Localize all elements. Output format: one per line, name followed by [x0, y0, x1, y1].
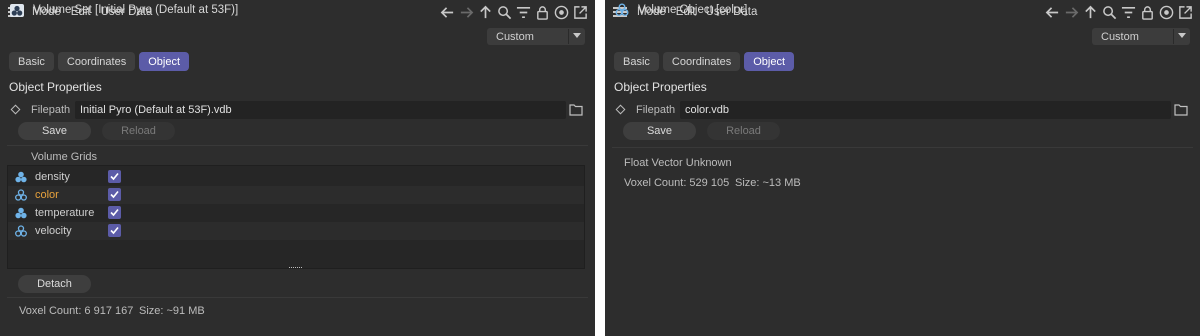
target-icon[interactable]: [1158, 2, 1175, 22]
filepath-label: Filepath: [636, 104, 676, 116]
arrow-up-icon[interactable]: [1082, 2, 1099, 22]
filepath-label: Filepath: [31, 104, 71, 116]
toolbar: [1044, 2, 1194, 22]
chevron-down-icon: [1178, 33, 1186, 38]
tab-coordinates[interactable]: Coordinates: [57, 52, 136, 71]
volume-grid-icon: [15, 189, 27, 201]
voxel-count: Voxel Count: 6 917 167: [19, 305, 134, 317]
divider: [7, 145, 588, 146]
section-title: Object Properties: [614, 80, 707, 94]
new-window-icon[interactable]: [572, 2, 589, 22]
search-icon[interactable]: [496, 2, 513, 22]
tab-basic[interactable]: Basic: [614, 52, 659, 71]
layout-dropdown[interactable]: Custom: [487, 28, 585, 45]
grid-name: velocity: [35, 225, 72, 237]
grid-checkbox[interactable]: [108, 188, 121, 201]
grid-name: density: [35, 171, 70, 183]
arrow-right-icon[interactable]: [1063, 2, 1080, 22]
tab-object[interactable]: Object: [139, 52, 190, 71]
grid-checkbox[interactable]: [108, 206, 121, 219]
target-icon[interactable]: [553, 2, 570, 22]
layout-dropdown[interactable]: Custom: [1092, 28, 1190, 45]
divider: [612, 147, 1193, 148]
volume-set-icon: [10, 4, 24, 17]
list-item-velocity[interactable]: velocity: [8, 222, 584, 240]
volume-object-icon: [615, 3, 629, 16]
filepath-input[interactable]: color.vdb: [680, 101, 1171, 119]
object-title: Volume Object [color]: [638, 4, 748, 16]
list-item-temperature[interactable]: temperature: [8, 204, 584, 222]
grid-type-info: Float Vector Unknown: [624, 157, 732, 169]
toolbar: [439, 2, 589, 22]
size-info: Size: ~13 MB: [735, 177, 801, 189]
filter-icon[interactable]: [1120, 2, 1137, 22]
dropdown-value: Custom: [496, 30, 534, 43]
tab-bar: Basic Coordinates Object: [9, 52, 190, 71]
volume-grid-icon: [15, 207, 27, 219]
lock-icon[interactable]: [1139, 2, 1156, 22]
folder-icon[interactable]: [1174, 103, 1188, 116]
filepath-row: Filepath color.vdb: [605, 101, 1200, 119]
tab-coordinates[interactable]: Coordinates: [662, 52, 741, 71]
volume-grid-icon: [15, 171, 27, 183]
filepath-row: Filepath Initial Pyro (Default at 53F).v…: [0, 101, 595, 119]
chevron-down-icon: [573, 33, 581, 38]
arrow-left-icon[interactable]: [1044, 2, 1061, 22]
lock-icon[interactable]: [534, 2, 551, 22]
grid-checkbox[interactable]: [108, 224, 121, 237]
save-button[interactable]: Save: [623, 122, 696, 140]
arrow-up-icon[interactable]: [477, 2, 494, 22]
arrow-left-icon[interactable]: [439, 2, 456, 22]
arrow-right-icon[interactable]: [458, 2, 475, 22]
detach-button[interactable]: Detach: [18, 275, 91, 293]
attribute-panel-right: Mode Edit User Data Volume Object [color…: [605, 0, 1200, 336]
voxel-count: Voxel Count: 529 105: [624, 177, 730, 189]
volume-grids-list: density color temperature velocity: [7, 165, 585, 269]
object-title: Volume Set [Initial Pyro (Default at 53F…: [33, 4, 239, 16]
keyframe-diamond-icon[interactable]: [615, 104, 626, 115]
tab-bar: Basic Coordinates Object: [614, 52, 795, 71]
reload-button[interactable]: Reload: [707, 122, 780, 140]
list-item-color[interactable]: color: [8, 186, 584, 204]
dropdown-value: Custom: [1101, 30, 1139, 43]
size-info: Size: ~91 MB: [139, 305, 205, 317]
filter-icon[interactable]: [515, 2, 532, 22]
save-button[interactable]: Save: [18, 122, 91, 140]
reload-button[interactable]: Reload: [102, 122, 175, 140]
grid-name: temperature: [35, 207, 95, 219]
grid-name: color: [35, 189, 59, 201]
tab-object[interactable]: Object: [744, 52, 795, 71]
folder-icon[interactable]: [569, 103, 583, 116]
tab-basic[interactable]: Basic: [9, 52, 54, 71]
resize-handle[interactable]: [289, 266, 303, 270]
new-window-icon[interactable]: [1177, 2, 1194, 22]
list-item-density[interactable]: density: [8, 168, 584, 186]
volume-grid-icon: [15, 225, 27, 237]
section-title: Object Properties: [9, 80, 102, 94]
filepath-input[interactable]: Initial Pyro (Default at 53F).vdb: [75, 101, 566, 119]
attribute-panel-left: Mode Edit User Data Volume Set [Initial …: [0, 0, 595, 336]
volume-grids-label: Volume Grids: [31, 151, 98, 163]
divider: [7, 297, 588, 298]
search-icon[interactable]: [1101, 2, 1118, 22]
grid-checkbox[interactable]: [108, 170, 121, 183]
keyframe-diamond-icon[interactable]: [10, 104, 21, 115]
